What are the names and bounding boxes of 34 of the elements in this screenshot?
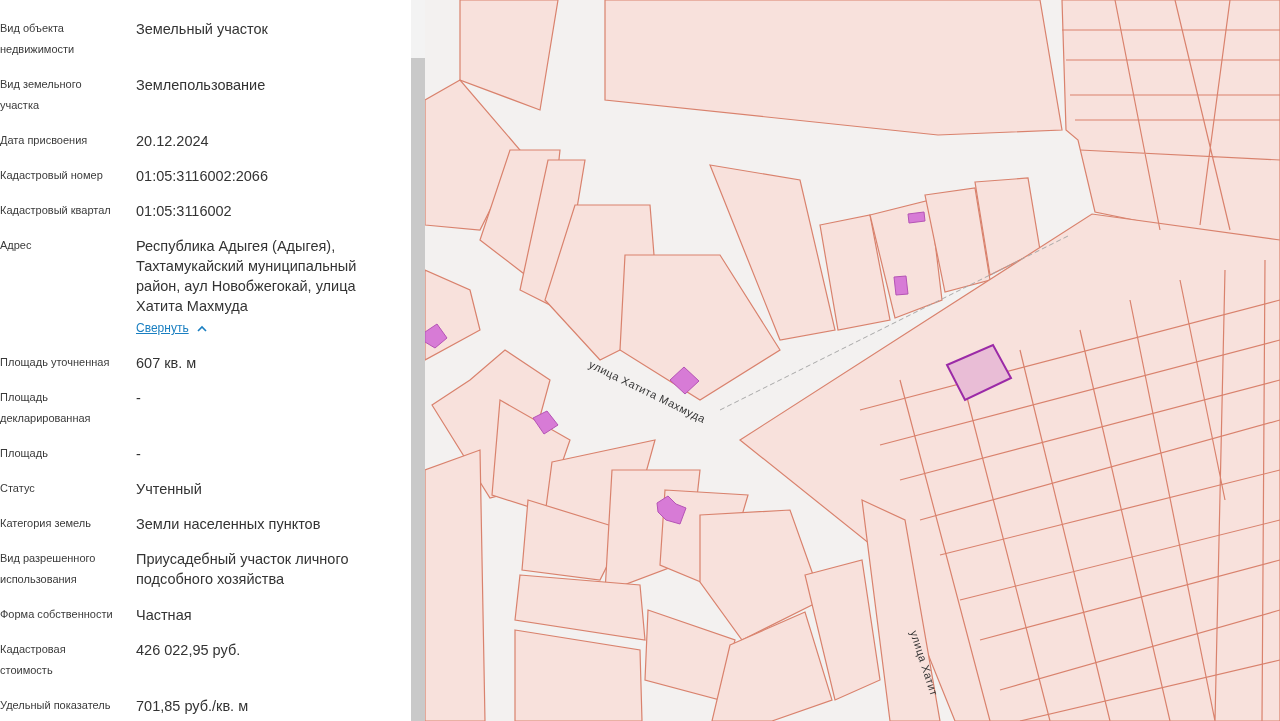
field-label: Вид разрешенного использования bbox=[0, 551, 97, 587]
field-value: - bbox=[136, 445, 142, 464]
field-value: 607 кв. м bbox=[136, 354, 198, 373]
field-value: - bbox=[136, 389, 142, 408]
field-label: Дата присвоения bbox=[0, 133, 89, 148]
field-label: Площадь bbox=[0, 446, 49, 461]
field-label: Площадь уточненная bbox=[0, 355, 111, 370]
field-value: Учтенный bbox=[136, 480, 203, 499]
field-value: 426 022,95 руб. bbox=[136, 641, 242, 660]
field-value: Частная bbox=[136, 606, 193, 625]
street-label: улица Хатит bbox=[908, 628, 941, 698]
field-label: Категория земель bbox=[0, 516, 92, 531]
field-value: Республика Адыгея (Адыгея), Тахтамукайский муниципальный район, аул Новобжегокай, улица Хатита Махмуда bbox=[136, 237, 358, 316]
field-label: Статус bbox=[0, 481, 36, 496]
field-label: Вид земельного участка bbox=[0, 77, 83, 113]
field-label: Вид объекта недвижимости bbox=[0, 21, 76, 57]
field-label: Кадастровая стоимость bbox=[0, 642, 67, 678]
field-value: Земельный участок bbox=[136, 20, 269, 39]
selected-parcel[interactable] bbox=[945, 343, 1013, 402]
field-label: Удельный показатель bbox=[0, 698, 112, 713]
collapse-link[interactable]: Свернуть bbox=[136, 318, 207, 338]
field-label: Кадастровый квартал bbox=[0, 203, 112, 218]
field-value: Земли населенных пунктов bbox=[136, 515, 322, 534]
field-label: Адрес bbox=[0, 238, 33, 253]
field-value: 20.12.2024 bbox=[136, 132, 210, 151]
field-label: Кадастровый номер bbox=[0, 168, 104, 183]
field-value: Землепользование bbox=[136, 76, 267, 95]
field-label: Форма собственности bbox=[0, 607, 114, 622]
chevron-up-icon bbox=[196, 324, 207, 332]
field-value: Приусадебный участок личного подсобного хозяйства bbox=[136, 550, 350, 589]
field-value: 01:05:3116002:2066 bbox=[136, 167, 269, 186]
field-label: Площадь декларированная bbox=[0, 390, 92, 426]
field-value: 701,85 руб./кв. м bbox=[136, 697, 250, 716]
field-value: 01:05:3116002 bbox=[136, 202, 233, 221]
